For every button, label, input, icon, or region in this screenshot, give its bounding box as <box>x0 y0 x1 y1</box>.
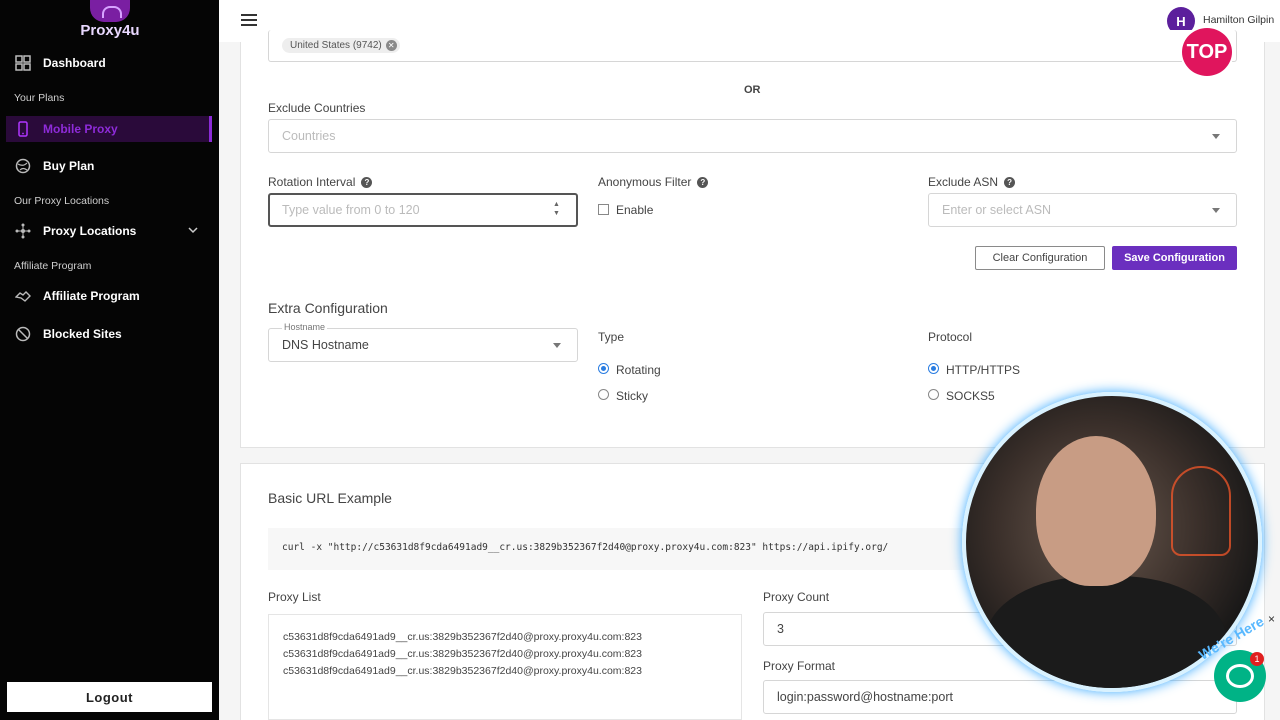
help-icon[interactable]: ? <box>361 177 373 188</box>
type-radio-sticky[interactable] <box>598 389 609 400</box>
channel-logo-badge: TOP <box>1180 26 1234 78</box>
exclude-countries-label: Exclude Countries <box>268 101 366 115</box>
section-label-plans: Your Plans <box>14 92 65 104</box>
list-item: c53631d8f9cda6491ad9__cr.us:3829b352367f… <box>283 648 642 660</box>
list-item: c53631d8f9cda6491ad9__cr.us:3829b352367f… <box>283 631 642 643</box>
protocol-label: Protocol <box>928 330 973 344</box>
type-option-rotating: Rotating <box>616 363 661 377</box>
rotation-interval-placeholder: Type value from 0 to 120 <box>282 203 420 217</box>
sidebar-item-label: Mobile Proxy <box>43 122 118 136</box>
help-icon[interactable]: ? <box>697 177 709 188</box>
help-icon[interactable]: ? <box>1004 177 1016 188</box>
type-option-sticky: Sticky <box>616 389 649 403</box>
protocol-option-socks5: SOCKS5 <box>946 389 995 403</box>
configuration-panel <box>240 42 1265 448</box>
sidebar-item-affiliate-program[interactable]: Affiliate Program <box>14 285 140 307</box>
block-icon <box>14 325 32 343</box>
protocol-option-http: HTTP/HTTPS <box>946 363 1020 377</box>
sidebar-item-label: Dashboard <box>43 56 106 70</box>
hostname-label: Hostname <box>282 322 328 332</box>
anonymous-filter-checkbox[interactable] <box>598 204 609 215</box>
or-separator: OR <box>744 84 761 96</box>
webcam-body <box>986 576 1226 688</box>
brand-name: Proxy4u <box>80 22 140 39</box>
hostname-value: DNS Hostname <box>282 338 369 352</box>
sidebar-item-label: Affiliate Program <box>43 289 140 303</box>
sidebar-item-buy-plan[interactable]: Buy Plan <box>14 155 94 177</box>
exclude-countries-select[interactable] <box>268 119 1237 153</box>
section-label-locations: Our Proxy Locations <box>14 195 110 207</box>
type-radio-rotating[interactable] <box>598 363 609 374</box>
curl-example-code[interactable]: curl -x "http://c53631d8f9cda6491ad9__cr… <box>268 528 968 570</box>
network-icon <box>14 222 32 240</box>
exclude-asn-label-text: Exclude ASN <box>928 175 999 189</box>
section-label-affiliate: Affiliate Program <box>14 260 92 272</box>
webcam-person <box>1036 436 1156 586</box>
sidebar-item-dashboard[interactable]: Dashboard <box>14 52 106 74</box>
save-configuration-button[interactable]: Save Configuration <box>1112 246 1237 270</box>
rotation-interval-label-text: Rotation Interval <box>268 175 356 189</box>
user-name[interactable]: Hamilton Gilpin <box>1203 14 1274 26</box>
sidebar-item-label: Buy Plan <box>43 159 95 173</box>
proxy-format-value: login:password@hostname:port <box>777 690 953 704</box>
proxy-list-box[interactable]: c53631d8f9cda6491ad9__cr.us:3829b352367f… <box>268 614 742 720</box>
country-chip: United States (9742) ✕ <box>282 38 400 53</box>
mobile-phone-icon <box>14 120 32 138</box>
sidebar-item-label: Blocked Sites <box>43 327 122 341</box>
include-countries-field[interactable] <box>268 30 1237 62</box>
handshake-icon <box>14 287 32 305</box>
globe-icon <box>14 157 32 175</box>
list-item: c53631d8f9cda6491ad9__cr.us:3829b352367f… <box>283 665 642 677</box>
extra-configuration-title: Extra Configuration <box>268 300 388 316</box>
number-stepper-icon[interactable]: ▲ ▼ <box>553 200 560 218</box>
country-chip-label: United States (9742) <box>290 40 382 51</box>
proxy-format-label: Proxy Format <box>763 659 836 673</box>
anonymous-filter-label: Anonymous Filter? <box>598 175 709 189</box>
rotation-interval-label: Rotation Interval? <box>268 175 373 189</box>
dropdown-arrow-icon <box>1212 134 1220 139</box>
clear-configuration-button[interactable]: Clear Configuration <box>975 246 1105 270</box>
basic-url-example-title: Basic URL Example <box>268 490 392 506</box>
brand-logo-icon <box>90 0 130 22</box>
brand-logo[interactable]: Proxy4u <box>74 0 146 42</box>
proxy-count-label: Proxy Count <box>763 590 830 604</box>
anonymous-filter-label-text: Anonymous Filter <box>598 175 692 189</box>
neon-sign <box>1171 466 1231 556</box>
sidebar-item-blocked-sites[interactable]: Blocked Sites <box>14 323 122 345</box>
dropdown-arrow-icon <box>1212 208 1220 213</box>
exclude-asn-label: Exclude ASN? <box>928 175 1016 189</box>
sidebar-item-proxy-locations[interactable]: Proxy Locations <box>14 220 136 242</box>
exclude-countries-placeholder: Countries <box>282 129 336 143</box>
proxy-list-label: Proxy List <box>268 590 321 604</box>
dropdown-arrow-icon <box>553 343 561 348</box>
exclude-asn-placeholder: Enter or select ASN <box>942 203 1052 217</box>
chip-remove-icon[interactable]: ✕ <box>385 40 397 51</box>
anonymous-filter-option: Enable <box>616 203 654 217</box>
chat-notification-badge: 1 <box>1250 652 1264 666</box>
sidebar-item-mobile-proxy-content[interactable]: Mobile Proxy <box>14 118 118 140</box>
close-icon[interactable]: × <box>1268 612 1275 626</box>
protocol-radio-http[interactable] <box>928 363 939 374</box>
type-label: Type <box>598 330 625 344</box>
logout-button[interactable]: Logout <box>7 682 212 712</box>
proxy-count-value: 3 <box>777 622 784 636</box>
menu-icon[interactable] <box>241 14 257 26</box>
protocol-radio-socks5[interactable] <box>928 389 939 400</box>
chevron-down-icon[interactable] <box>188 226 198 237</box>
sidebar-item-label: Proxy Locations <box>43 224 137 238</box>
sidebar: Proxy4u Dashboard Your Plans Mobile Prox… <box>0 0 219 720</box>
dashboard-icon <box>14 54 32 72</box>
